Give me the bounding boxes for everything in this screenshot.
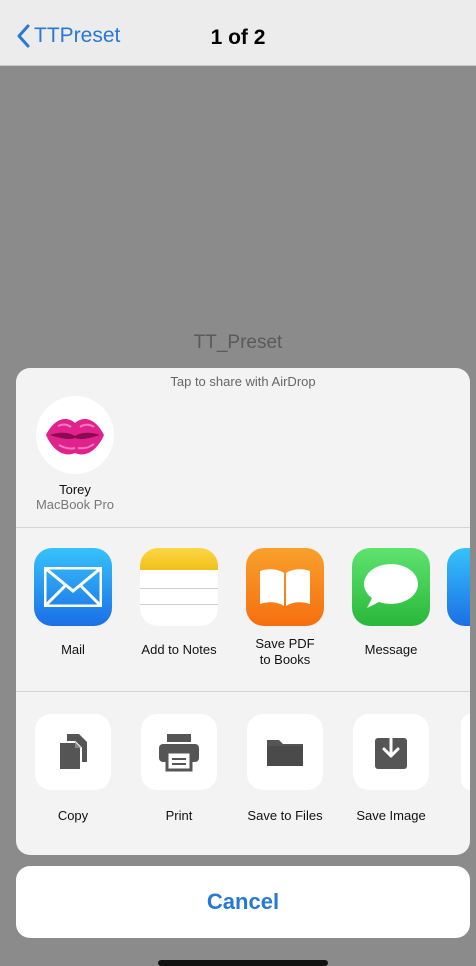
divider	[16, 691, 470, 692]
avatar	[36, 396, 114, 474]
save-image-icon	[353, 714, 429, 790]
share-actions-row: Copy Print Save to Files Save Image	[16, 714, 470, 854]
mail-icon	[34, 548, 112, 626]
print-icon	[141, 714, 217, 790]
airdrop-hint: Tap to share with AirDrop	[170, 374, 316, 389]
share-sheet: Tap to share with AirDrop Torey MacBook …	[16, 368, 470, 855]
lips-icon	[46, 419, 104, 455]
airdrop-target-torey[interactable]: Torey MacBook Pro	[30, 396, 120, 512]
action-icon	[461, 714, 470, 790]
action-label: Copy	[57, 808, 89, 823]
share-app-books[interactable]: Save PDF to Books	[235, 548, 335, 668]
copy-icon	[35, 714, 111, 790]
action-label: Save Image	[356, 808, 426, 823]
app-icon	[447, 548, 470, 626]
books-icon	[246, 548, 324, 626]
action-print[interactable]: Print	[129, 714, 229, 824]
share-app-label: Add to Notes	[141, 642, 217, 657]
share-app-notes[interactable]: Add to Notes	[129, 548, 229, 658]
airdrop-target-device: MacBook Pro	[35, 497, 115, 512]
page-title: 1 of 2	[210, 26, 266, 49]
share-app-label: Message	[364, 642, 418, 657]
share-apps-row: Mail Add to Notes Save PDF to Books Messa…	[16, 548, 470, 688]
share-app-message[interactable]: Message	[341, 548, 441, 658]
notes-icon	[140, 548, 218, 626]
document-title: TT_Preset	[193, 332, 283, 353]
share-app-partial[interactable]	[447, 548, 470, 626]
action-copy[interactable]: Copy	[23, 714, 123, 824]
share-app-label-books: Save PDF to Books	[255, 636, 315, 667]
action-save-image[interactable]: Save Image	[341, 714, 441, 824]
share-app-mail[interactable]: Mail	[23, 548, 123, 658]
message-icon	[352, 548, 430, 626]
cancel-button[interactable]: Cancel	[16, 866, 470, 938]
action-label: Save to Files	[247, 808, 323, 823]
navigation-bar: TTPreset 1 of 2	[0, 0, 476, 66]
action-partial[interactable]	[461, 714, 470, 790]
folder-icon	[247, 714, 323, 790]
divider	[16, 527, 470, 528]
share-app-label: Mail	[61, 642, 85, 657]
action-label: Print	[165, 808, 193, 823]
airdrop-target-name: Torey	[59, 482, 91, 497]
home-indicator	[158, 960, 328, 966]
action-save-to-files[interactable]: Save to Files	[235, 714, 335, 824]
